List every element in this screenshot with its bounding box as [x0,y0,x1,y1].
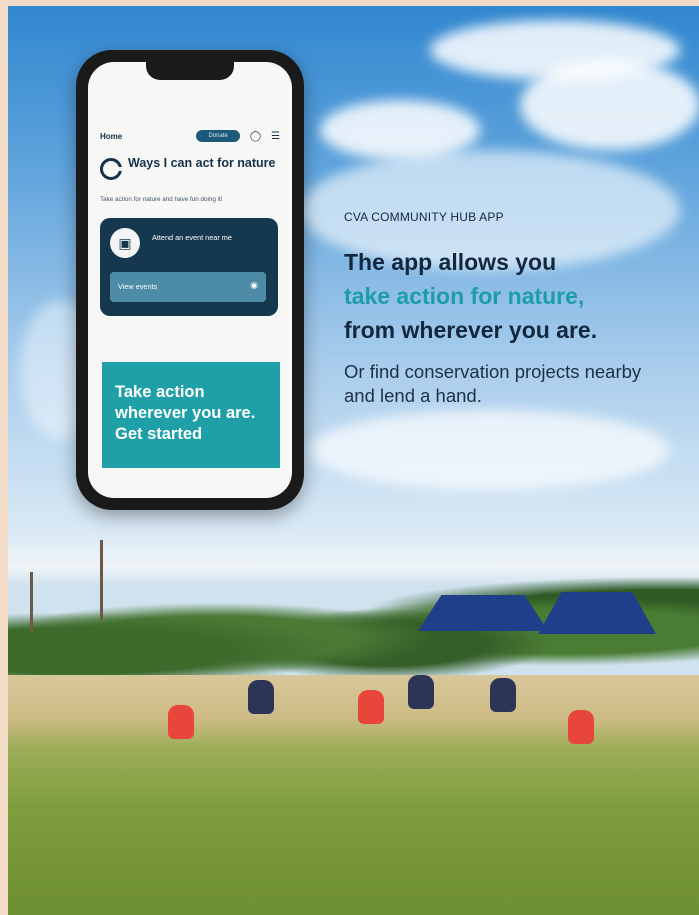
volunteer [490,678,516,712]
volunteer [248,680,274,714]
page-title: Ways I can act for nature [128,156,276,170]
volunteer [408,675,434,709]
headline-line-3: from wherever you are. [344,317,598,343]
power-pole [30,572,33,632]
headline-line-2: take action for nature, [344,283,585,309]
view-events-label: View events [118,282,158,291]
user-icon[interactable]: ◯ [250,131,261,142]
get-started-text: Take action wherever you are. Get starte… [115,383,256,443]
phone-notch [146,62,234,80]
page-edge-top [0,0,699,6]
volunteer-photo [8,540,699,915]
volunteer [358,690,384,724]
ad-page: Home Donate ◯ ☰ Ways I can act for natur… [0,0,699,915]
ad-headline: The app allows you take action for natur… [344,245,684,347]
menu-icon[interactable]: ☰ [271,131,280,142]
volunteer [168,705,194,739]
phone-screen: Home Donate ◯ ☰ Ways I can act for natur… [88,62,292,498]
nav-home-link[interactable]: Home [100,132,122,141]
cloud [520,60,699,150]
event-card-text: Attend an event near me [152,233,232,242]
ground [8,675,699,915]
volunteer [568,710,594,744]
ad-eyebrow: CVA COMMUNITY HUB APP [344,210,504,224]
page-subtitle: Take action for nature and have fun doin… [100,196,223,203]
cva-logo-icon [100,158,123,180]
page-edge-left [0,0,8,915]
headline-line-1: The app allows you [344,249,557,275]
event-card: ▣ Attend an event near me View events ◉ [100,218,278,316]
app-nav-bar: Home Donate ◯ ☰ [100,126,280,146]
ad-body-copy: Or find conservation projects nearby and… [344,361,642,406]
get-started-banner[interactable]: Take action wherever you are. Get starte… [102,362,280,468]
view-events-button[interactable]: View events ◉ [110,272,266,302]
phone-mockup: Home Donate ◯ ☰ Ways I can act for natur… [76,50,304,510]
page-header: Ways I can act for nature [100,156,284,180]
map-icon: ▣ [110,228,140,258]
power-pole [100,540,103,620]
arrow-circle-icon: ◉ [250,280,258,290]
cloud [310,410,670,490]
donate-button[interactable]: Donate [196,130,240,142]
